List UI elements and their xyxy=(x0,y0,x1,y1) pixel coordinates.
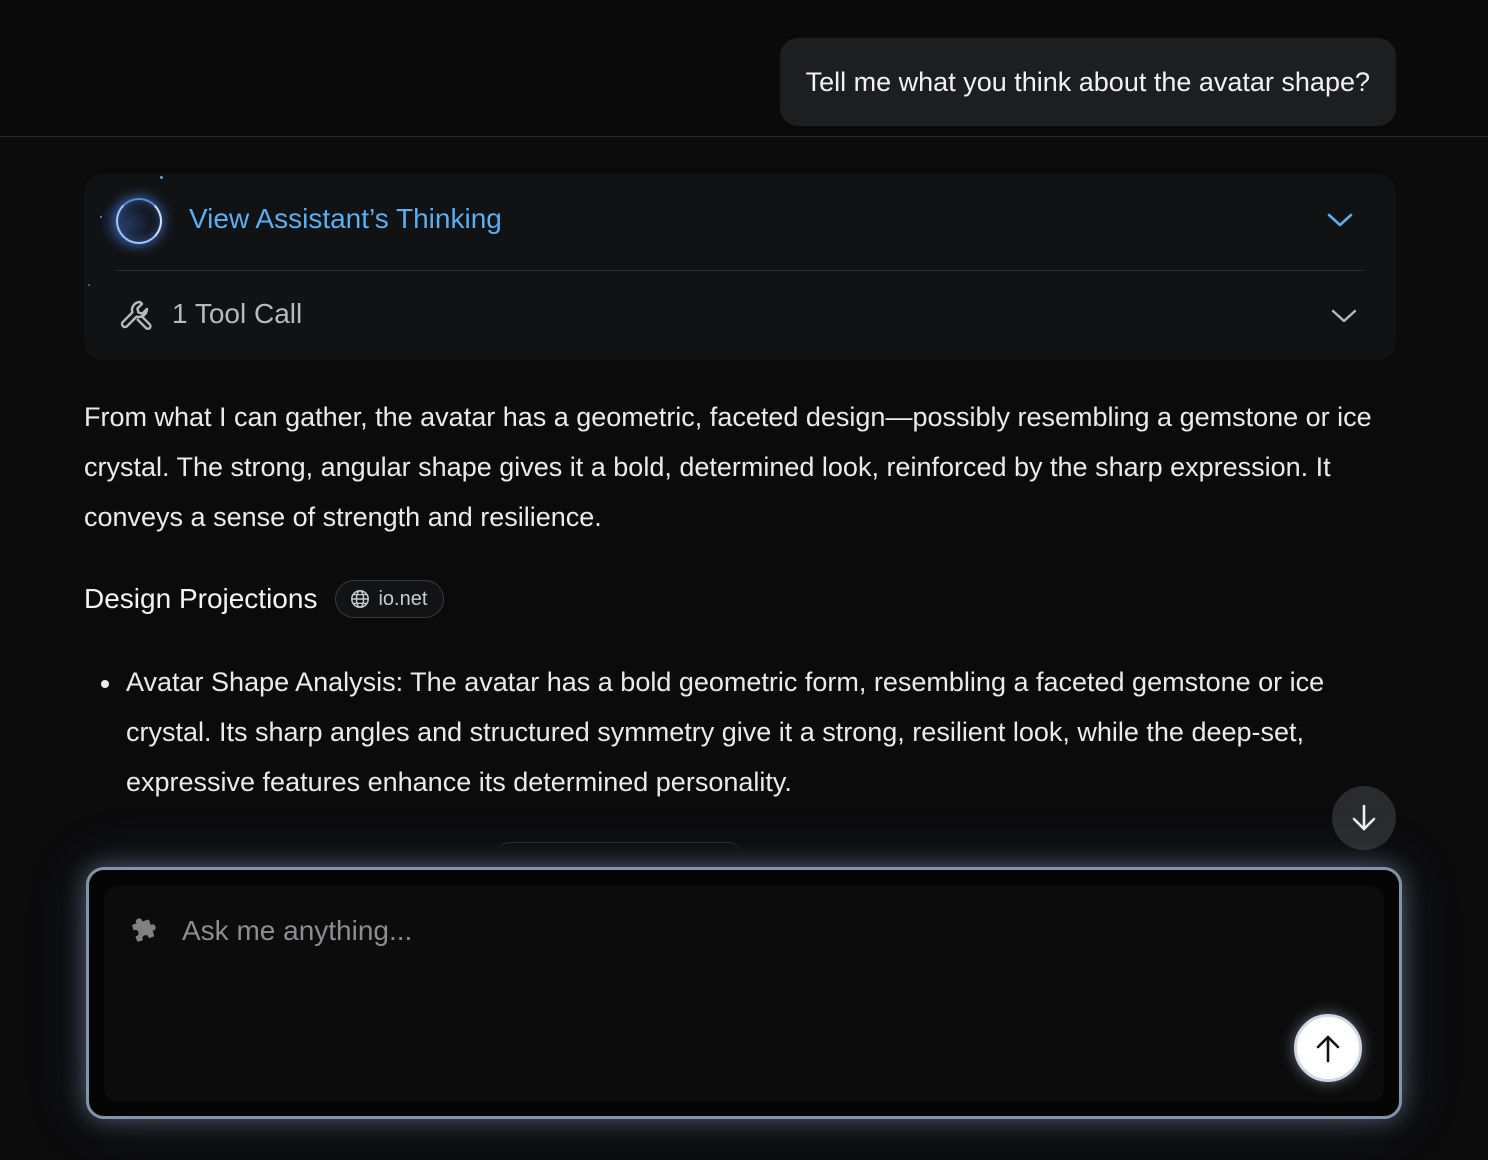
view-thinking-label[interactable]: View Assistant’s Thinking xyxy=(189,203,502,235)
arrow-up-icon xyxy=(1316,1035,1340,1063)
chevron-down-icon[interactable] xyxy=(1330,306,1358,326)
chat-input[interactable] xyxy=(180,908,1264,954)
faded-element-edge xyxy=(496,842,742,869)
source-chip-label: io.net xyxy=(378,587,428,610)
source-chip[interactable]: io.net xyxy=(335,580,445,618)
chevron-down-icon[interactable] xyxy=(1326,210,1354,230)
wrench-icon xyxy=(120,300,152,330)
user-message-text: Tell me what you think about the avatar … xyxy=(805,66,1370,97)
conversation-header-area: Tell me what you think about the avatar … xyxy=(0,0,1488,137)
glowing-orb-icon xyxy=(116,198,162,244)
scroll-to-bottom-button[interactable] xyxy=(1332,786,1396,850)
assistant-answer-paragraph: From what I can gather, the avatar has a… xyxy=(84,402,1372,532)
card-divider xyxy=(116,270,1364,271)
puzzle-icon xyxy=(132,918,156,942)
orb-spark xyxy=(100,216,102,218)
arrow-down-icon xyxy=(1352,804,1376,831)
bullet-dot xyxy=(101,680,109,688)
section-heading-row: Design Projections io.net xyxy=(84,578,445,620)
send-button[interactable] xyxy=(1294,1014,1362,1082)
tool-calls-label[interactable]: 1 Tool Call xyxy=(172,298,302,330)
orb-spark xyxy=(160,176,163,179)
bullet-list: Avatar Shape Analysis: The avatar has a … xyxy=(126,657,1396,807)
globe-icon xyxy=(351,590,370,608)
list-item: Avatar Shape Analysis: The avatar has a … xyxy=(126,667,1325,797)
user-message-bubble: Tell me what you think about the avatar … xyxy=(779,38,1396,126)
section-heading: Design Projections xyxy=(84,583,318,614)
